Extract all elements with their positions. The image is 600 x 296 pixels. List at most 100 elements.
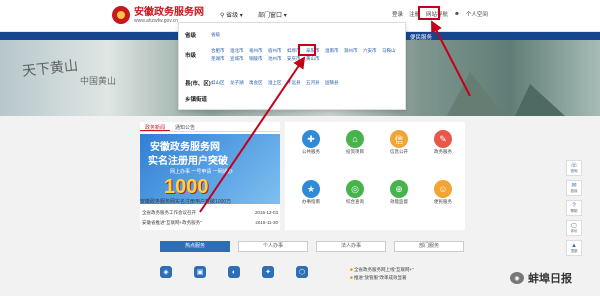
dropdown-item[interactable]: 黄山市 <box>306 55 320 63</box>
news-banner[interactable]: 安徽政务服务网 实名注册用户突破 网上办事 一号申请 一网通办 1000 <box>140 134 280 204</box>
my-space-link[interactable]: 个人空间 <box>466 10 488 18</box>
dropdown-item[interactable]: 淮南市 <box>325 47 339 55</box>
service-item[interactable]: ⊕ 效能监督 <box>379 180 419 205</box>
service-icon: ◎ <box>346 180 364 198</box>
dropdown-item[interactable]: 宿州市 <box>268 47 282 55</box>
banner-title: 安徽政务服务网 <box>150 142 220 153</box>
hot-service-icon[interactable]: ◐ <box>228 266 240 278</box>
dropdown-item[interactable]: 淮北市 <box>230 47 244 55</box>
side-tool-button[interactable]: ✉ 投诉 <box>566 180 582 196</box>
side-tool-label: 咨询 <box>570 169 578 173</box>
dropdown-row-town: 乡镇街道 <box>185 95 211 103</box>
dropdown-item[interactable]: 禹会区 <box>249 79 263 87</box>
dropdown-item[interactable]: 五河县 <box>306 79 320 87</box>
dropdown-item[interactable]: 蚌山区 <box>211 79 225 87</box>
highlight-box-register <box>418 6 440 20</box>
service-item[interactable]: 信信息公开 <box>379 130 419 155</box>
side-tool-label: 投诉 <box>570 189 578 193</box>
dropdown-item[interactable]: 亳州市 <box>249 47 263 55</box>
dropdown-item[interactable]: 安庆市 <box>287 55 301 63</box>
row-label: 省级 <box>185 33 197 39</box>
service-label: 信息公开 <box>390 149 408 154</box>
service-label: 政务服务 <box>434 149 452 154</box>
service-label: 办事指南 <box>302 199 320 204</box>
hot-service-icon[interactable]: ⬡ <box>296 266 308 278</box>
side-tool-label: 评价 <box>570 229 578 233</box>
hot-service-icon[interactable]: ✦ <box>262 266 274 278</box>
service-icon: ★ <box>302 180 320 198</box>
dropdown-item[interactable]: 怀远县 <box>287 79 301 87</box>
side-tool-label: 帮助 <box>570 208 578 213</box>
location-icon: ⚲ <box>220 13 225 19</box>
dropdown-item[interactable]: 省级 <box>211 31 225 39</box>
side-tool-icon: ✉ <box>571 183 577 189</box>
service-item[interactable]: ✚ 公共服务 <box>291 130 331 155</box>
tab-departments[interactable]: 部门服务 <box>394 241 464 252</box>
list-item[interactable]: 全省政务服务工作会议召开 2016-12-03 <box>142 210 278 216</box>
tab-gov-news[interactable]: 政务新闻 <box>140 122 171 131</box>
banner-number: 1000 <box>164 176 209 198</box>
wechat-icon: ◉ <box>510 272 524 284</box>
dropdown-item[interactable]: 淮上区 <box>268 79 282 87</box>
service-item[interactable]: ◎ 综合查询 <box>335 180 375 205</box>
services-grid: ✚ 公共服务 ⌂ 投资项目信信息公开 ✎ 政务服务 ★ 办事指南 ◎ 综合查询 ⊕ 效能监督 ☺ 便民服务 <box>285 122 465 230</box>
mountain-shape <box>500 84 600 116</box>
dropdown-item[interactable]: 宣城市 <box>230 55 244 63</box>
dropdown-item[interactable]: 六安市 <box>363 47 377 55</box>
row-items: 省级 <box>211 31 407 39</box>
dropdown-item[interactable]: 铜陵市 <box>249 55 263 63</box>
hot-service-icon[interactable]: ▣ <box>194 266 206 278</box>
tab-notices[interactable]: 通知公告 <box>170 122 200 131</box>
row-label: 乡镇街道 <box>185 97 208 103</box>
dept-window-link[interactable]: 部门窗口 ▾ <box>258 10 287 19</box>
list-item[interactable]: 全省政务服务网上线“互联网+” <box>350 266 470 274</box>
side-tool-button[interactable]: ▢ 评价 <box>566 220 582 236</box>
service-item[interactable]: ★ 办事指南 <box>291 180 331 205</box>
dropdown-item[interactable]: 马鞍山市 <box>382 47 396 55</box>
chevron-down-icon: ▾ <box>283 13 287 19</box>
dropdown-item[interactable]: 滁州市 <box>344 47 358 55</box>
list-item[interactable]: 推进“放管服”改革成效显著 <box>350 274 470 282</box>
tab-personal[interactable]: 个人办事 <box>238 241 308 252</box>
news-tabs: 政务新闻 通知公告 <box>140 122 280 132</box>
dropdown-item[interactable]: 龙子湖区 <box>230 79 244 87</box>
service-label: 效能监督 <box>390 199 408 204</box>
dropdown-row-province: 省级 省级 <box>185 31 407 39</box>
dropdown-item[interactable]: 芜湖市 <box>211 55 225 63</box>
watermark-text: 蚌埠日报 <box>528 273 572 285</box>
banner-subtitle: 实名注册用户突破 <box>148 156 228 167</box>
watermark: ◉ 蚌埠日报 <box>510 270 572 286</box>
side-toolbar: ☏ 咨询 ✉ 投诉 ? 帮助 ▢ 评价 ▲ 顶部 <box>566 160 582 256</box>
service-icon: ✎ <box>434 130 452 148</box>
service-item[interactable]: ✎ 政务服务 <box>423 130 463 155</box>
bottom-icons: ◈ ▣ ◐ ✦ ⬡ <box>160 266 308 278</box>
list-item[interactable]: 安徽省推进“互联网+政务服务” 2016-11-30 <box>142 220 278 226</box>
user-icon: ☻ <box>454 11 460 17</box>
bottom-tabs: 热点服务 个人办事 法人办事 部门服务 <box>160 241 464 252</box>
hot-service-icon[interactable]: ◈ <box>160 266 172 278</box>
chevron-down-icon: ▾ <box>239 13 243 19</box>
service-label: 便民服务 <box>434 199 452 204</box>
site-name: 安徽政务服务网 <box>134 6 204 18</box>
service-item[interactable]: ☺ 便民服务 <box>423 180 463 205</box>
side-tool-button[interactable]: ☏ 咨询 <box>566 160 582 176</box>
service-item[interactable]: ⌂ 投资项目 <box>335 130 375 155</box>
side-tool-button[interactable]: ? 帮助 <box>566 200 582 216</box>
side-tool-button[interactable]: ▲ 顶部 <box>566 240 582 256</box>
service-label: 公共服务 <box>302 149 320 154</box>
dropdown-item[interactable]: 合肥市 <box>211 47 225 55</box>
tab-corporate[interactable]: 法人办事 <box>316 241 386 252</box>
banner-caption[interactable]: 安徽政务服务网实名注册用户突破1000万 <box>140 198 280 205</box>
login-link[interactable]: 登录 <box>392 10 403 18</box>
hero-strip-label[interactable]: 便民服务 <box>410 33 432 41</box>
row-items: 蚌山区龙子湖区禹会区淮上区怀远县五河县固镇县 <box>211 79 407 87</box>
highlight-box-city <box>298 44 316 56</box>
dropdown-item[interactable]: 固镇县 <box>325 79 339 87</box>
service-icon: ⌂ <box>346 130 364 148</box>
tab-hot-services[interactable]: 热点服务 <box>160 241 230 252</box>
dropdown-item[interactable]: 池州市 <box>268 55 282 63</box>
side-tool-label: 顶部 <box>570 248 578 253</box>
row-label: 县(市、区) <box>185 81 211 87</box>
row-label: 市级 <box>185 53 197 59</box>
region-selector[interactable]: ⚲ 省级 ▾ <box>220 10 243 19</box>
